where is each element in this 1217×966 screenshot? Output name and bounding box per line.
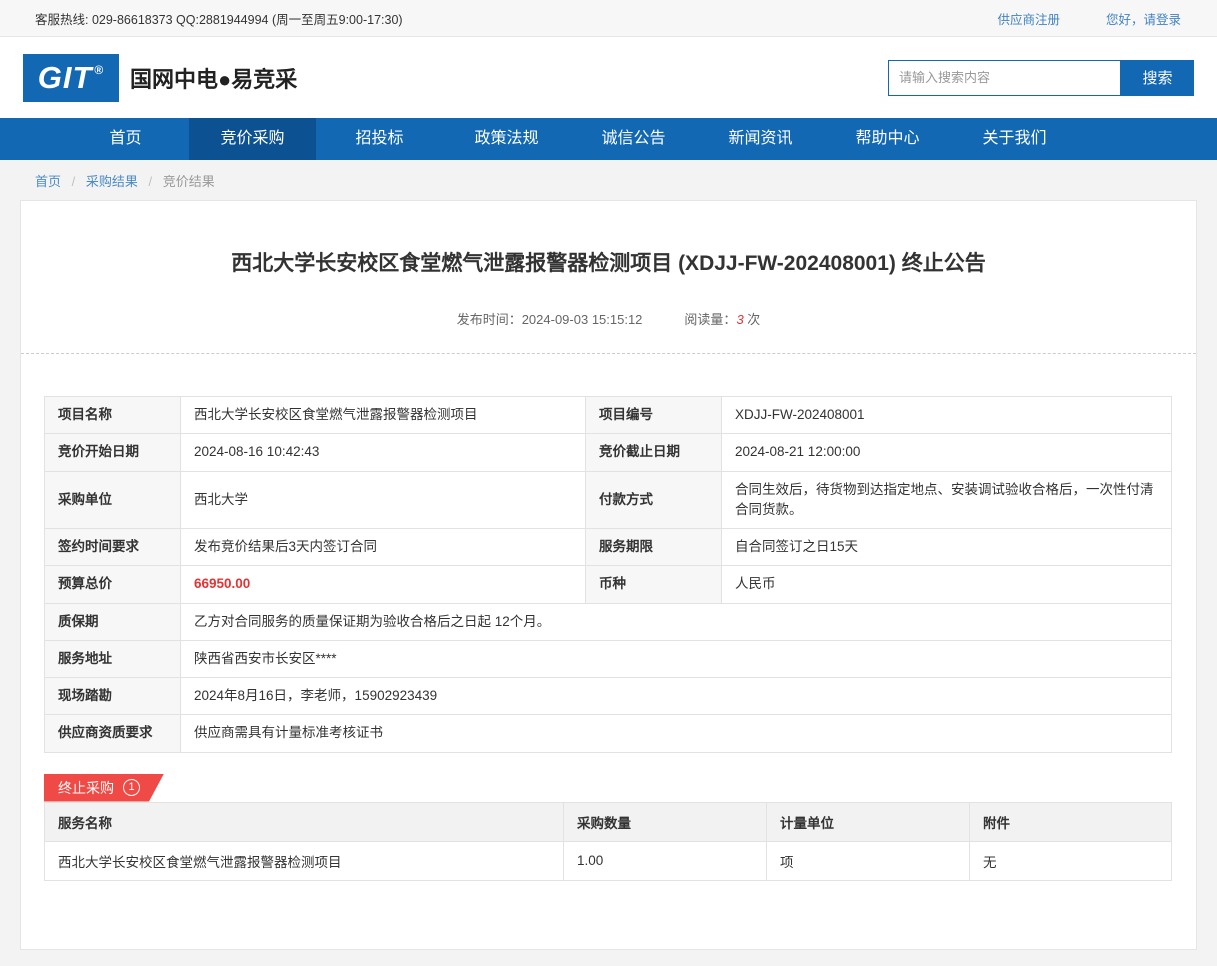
breadcrumb-current: 竞价结果 xyxy=(163,174,215,189)
field-label: 供应商资质要求 xyxy=(45,715,181,752)
field-value: 2024-08-21 12:00:00 xyxy=(722,434,1172,471)
field-label: 质保期 xyxy=(45,603,181,640)
attachment-cell: 无 xyxy=(970,841,1172,880)
search-bar: 搜索 xyxy=(888,60,1194,96)
field-value: 人民币 xyxy=(722,566,1172,603)
login-link[interactable]: 您好，请登录 xyxy=(1106,9,1181,28)
breadcrumb-separator: / xyxy=(149,174,153,189)
nav-item-policies[interactable]: 政策法规 xyxy=(443,118,570,160)
field-value: 自合同签订之日15天 xyxy=(722,529,1172,566)
field-label: 项目名称 xyxy=(45,397,181,434)
dashed-divider xyxy=(21,353,1196,354)
termination-section-badge: 终止采购 1 xyxy=(44,774,164,802)
nav-item-integrity-notices[interactable]: 诚信公告 xyxy=(570,118,697,160)
field-label: 服务期限 xyxy=(586,529,722,566)
service-items-table: 服务名称 采购数量 计量单位 附件 西北大学长安校区食堂燃气泄露报警器检测项目 … xyxy=(44,802,1172,881)
search-button[interactable]: 搜索 xyxy=(1121,60,1194,96)
views-count: 3 xyxy=(736,312,743,327)
field-value: 西北大学 xyxy=(181,471,586,529)
table-row: 项目名称 西北大学长安校区食堂燃气泄露报警器检测项目 项目编号 XDJJ-FW-… xyxy=(45,397,1172,434)
table-row: 预算总价 66950.00 币种 人民币 xyxy=(45,566,1172,603)
field-label: 竞价开始日期 xyxy=(45,434,181,471)
publish-time-value: 2024-09-03 15:15:12 xyxy=(522,312,643,327)
nav-item-help-center[interactable]: 帮助中心 xyxy=(824,118,951,160)
field-value: 2024年8月16日，李老师，15902923439 xyxy=(181,678,1172,715)
column-header-unit: 计量单位 xyxy=(767,802,970,841)
field-label: 服务地址 xyxy=(45,640,181,677)
project-info-table: 项目名称 西北大学长安校区食堂燃气泄露报警器检测项目 项目编号 XDJJ-FW-… xyxy=(44,396,1172,753)
table-row: 服务地址 陕西省西安市长安区**** xyxy=(45,640,1172,677)
main-nav: 首页 竞价采购 招投标 政策法规 诚信公告 新闻资讯 帮助中心 关于我们 xyxy=(0,118,1217,160)
breadcrumb-home[interactable]: 首页 xyxy=(35,174,61,189)
site-brand-title: 国网中电●易竞采 xyxy=(130,62,297,94)
table-row: 现场踏勘 2024年8月16日，李老师，15902923439 xyxy=(45,678,1172,715)
column-header-quantity: 采购数量 xyxy=(564,802,767,841)
column-header-attachment: 附件 xyxy=(970,802,1172,841)
publish-time-label: 发布时间： xyxy=(457,312,522,327)
field-value: 乙方对合同服务的质量保证期为验收合格后之日起 12个月。 xyxy=(181,603,1172,640)
budget-total-value: 66950.00 xyxy=(181,566,586,603)
field-value: 陕西省西安市长安区**** xyxy=(181,640,1172,677)
field-label: 币种 xyxy=(586,566,722,603)
quantity-cell: 1.00 xyxy=(564,841,767,880)
breadcrumb-separator: / xyxy=(72,174,76,189)
table-row: 质保期 乙方对合同服务的质量保证期为验收合格后之日起 12个月。 xyxy=(45,603,1172,640)
field-label: 签约时间要求 xyxy=(45,529,181,566)
field-value: 西北大学长安校区食堂燃气泄露报警器检测项目 xyxy=(181,397,586,434)
supplier-register-link[interactable]: 供应商注册 xyxy=(997,9,1060,28)
unit-cell: 项 xyxy=(767,841,970,880)
table-row: 西北大学长安校区食堂燃气泄露报警器检测项目 1.00 项 无 xyxy=(45,841,1172,880)
page-title: 西北大学长安校区食堂燃气泄露报警器检测项目 (XDJJ-FW-202408001… xyxy=(21,201,1196,277)
field-value: 发布竞价结果后3天内签订合同 xyxy=(181,529,586,566)
field-label: 项目编号 xyxy=(586,397,722,434)
article-meta: 发布时间：2024-09-03 15:15:12 阅读量：3 次 xyxy=(21,309,1196,328)
site-header: GIT® 国网中电●易竞采 搜索 xyxy=(0,37,1217,118)
table-row: 采购单位 西北大学 付款方式 合同生效后，待货物到达指定地点、安装调试验收合格后… xyxy=(45,471,1172,529)
field-value: 2024-08-16 10:42:43 xyxy=(181,434,586,471)
topbar: 客服热线: 029-86618373 QQ:2881944994 (周一至周五9… xyxy=(0,0,1217,37)
breadcrumb-procurement-results[interactable]: 采购结果 xyxy=(86,174,138,189)
field-label: 现场踏勘 xyxy=(45,678,181,715)
field-label: 采购单位 xyxy=(45,471,181,529)
logo-text: GIT xyxy=(38,60,93,96)
registered-mark-icon: ® xyxy=(94,63,104,77)
nav-item-tenders[interactable]: 招投标 xyxy=(316,118,443,160)
field-value: 合同生效后，待货物到达指定地点、安装调试验收合格后，一次性付清合同货款。 xyxy=(722,471,1172,529)
table-row: 供应商资质要求 供应商需具有计量标准考核证书 xyxy=(45,715,1172,752)
field-value: XDJJ-FW-202408001 xyxy=(722,397,1172,434)
hotline-text: 客服热线: 029-86618373 QQ:2881944994 (周一至周五9… xyxy=(35,9,403,28)
search-input[interactable] xyxy=(888,60,1121,96)
nav-item-about-us[interactable]: 关于我们 xyxy=(951,118,1078,160)
termination-badge-label: 终止采购 xyxy=(58,774,114,802)
nav-item-home[interactable]: 首页 xyxy=(62,118,189,160)
nav-item-bidding-procurement[interactable]: 竞价采购 xyxy=(189,118,316,160)
column-header-service-name: 服务名称 xyxy=(45,802,564,841)
breadcrumb: 首页 / 采购结果 / 竞价结果 xyxy=(0,160,1217,200)
field-label: 预算总价 xyxy=(45,566,181,603)
table-header-row: 服务名称 采购数量 计量单位 附件 xyxy=(45,802,1172,841)
field-label: 竞价截止日期 xyxy=(586,434,722,471)
termination-count-badge: 1 xyxy=(123,779,140,796)
nav-item-news[interactable]: 新闻资讯 xyxy=(697,118,824,160)
views-label: 阅读量： xyxy=(684,312,736,327)
git-logo[interactable]: GIT® xyxy=(23,54,119,102)
field-label: 付款方式 xyxy=(586,471,722,529)
announcement-card: 西北大学长安校区食堂燃气泄露报警器检测项目 (XDJJ-FW-202408001… xyxy=(20,200,1197,950)
table-row: 竞价开始日期 2024-08-16 10:42:43 竞价截止日期 2024-0… xyxy=(45,434,1172,471)
field-value: 供应商需具有计量标准考核证书 xyxy=(181,715,1172,752)
views-unit: 次 xyxy=(747,312,760,327)
table-row: 签约时间要求 发布竞价结果后3天内签订合同 服务期限 自合同签订之日15天 xyxy=(45,529,1172,566)
service-name-cell: 西北大学长安校区食堂燃气泄露报警器检测项目 xyxy=(45,841,564,880)
